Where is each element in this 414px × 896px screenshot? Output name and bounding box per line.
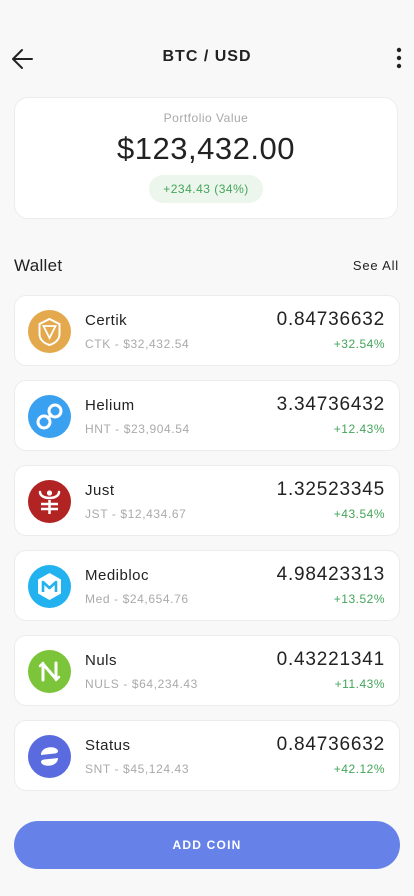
coin-amount: 3.34736432 — [276, 394, 385, 415]
coin-amount: 4.98423313 — [276, 564, 385, 585]
coin-amount: 1.32523345 — [276, 479, 385, 500]
coin-name: Medibloc — [85, 567, 150, 584]
coin-ticker-price: SNT - $45,124.43 — [85, 762, 190, 776]
coin-list: Certik CTK - $32,432.54 0.84736632 +32.5… — [14, 295, 400, 805]
portfolio-change-badge: +234.43 (34%) — [149, 175, 263, 203]
more-button[interactable] — [394, 45, 404, 71]
portfolio-label: Portfolio Value — [163, 111, 249, 125]
status-icon — [28, 735, 71, 778]
nuls-icon — [28, 650, 71, 693]
wallet-title: Wallet — [14, 256, 63, 275]
portfolio-value: $123,432.00 — [117, 131, 295, 166]
coin-amount: 0.84736632 — [276, 309, 385, 330]
coin-change: +11.43% — [334, 677, 385, 691]
see-all-link[interactable]: See All — [353, 258, 399, 273]
coin-card-just[interactable]: Just JST - $12,434.67 1.32523345 +43.54% — [14, 465, 400, 536]
coin-ticker-price: JST - $12,434.67 — [85, 507, 187, 521]
coin-name: Nuls — [85, 652, 118, 669]
coin-card-medibloc[interactable]: Medibloc Med - $24,654.76 4.98423313 +13… — [14, 550, 400, 621]
coin-change: +43.54% — [333, 507, 385, 521]
coin-name: Status — [85, 737, 131, 754]
add-coin-button[interactable]: ADD COIN — [14, 821, 400, 869]
coin-card-status[interactable]: Status SNT - $45,124.43 0.84736632 +42.1… — [14, 720, 400, 791]
coin-amount: 0.43221341 — [276, 649, 385, 670]
coin-name: Certik — [85, 312, 128, 329]
portfolio-card: Portfolio Value $123,432.00 +234.43 (34%… — [14, 97, 398, 219]
coin-card-nuls[interactable]: Nuls NULS - $64,234.43 0.43221341 +11.43… — [14, 635, 400, 706]
helium-icon — [28, 395, 71, 438]
more-vertical-icon — [396, 47, 402, 69]
coin-change: +13.52% — [333, 592, 385, 606]
coin-change: +42.12% — [333, 762, 385, 776]
coin-amount: 0.84736632 — [276, 734, 385, 755]
coin-ticker-price: CTK - $32,432.54 — [85, 337, 190, 351]
just-icon — [28, 480, 71, 523]
coin-ticker-price: NULS - $64,234.43 — [85, 677, 198, 691]
page-title: BTC / USD — [162, 48, 252, 65]
coin-ticker-price: Med - $24,654.76 — [85, 592, 189, 606]
medibloc-icon — [28, 565, 71, 608]
certik-icon — [28, 310, 71, 353]
coin-change: +32.54% — [333, 337, 385, 351]
coin-ticker-price: HNT - $23,904.54 — [85, 422, 190, 436]
coin-name: Helium — [85, 397, 135, 414]
coin-card-certik[interactable]: Certik CTK - $32,432.54 0.84736632 +32.5… — [14, 295, 400, 366]
coin-card-helium[interactable]: Helium HNT - $23,904.54 3.34736432 +12.4… — [14, 380, 400, 451]
coin-name: Just — [85, 482, 115, 499]
coin-change: +12.43% — [333, 422, 385, 436]
